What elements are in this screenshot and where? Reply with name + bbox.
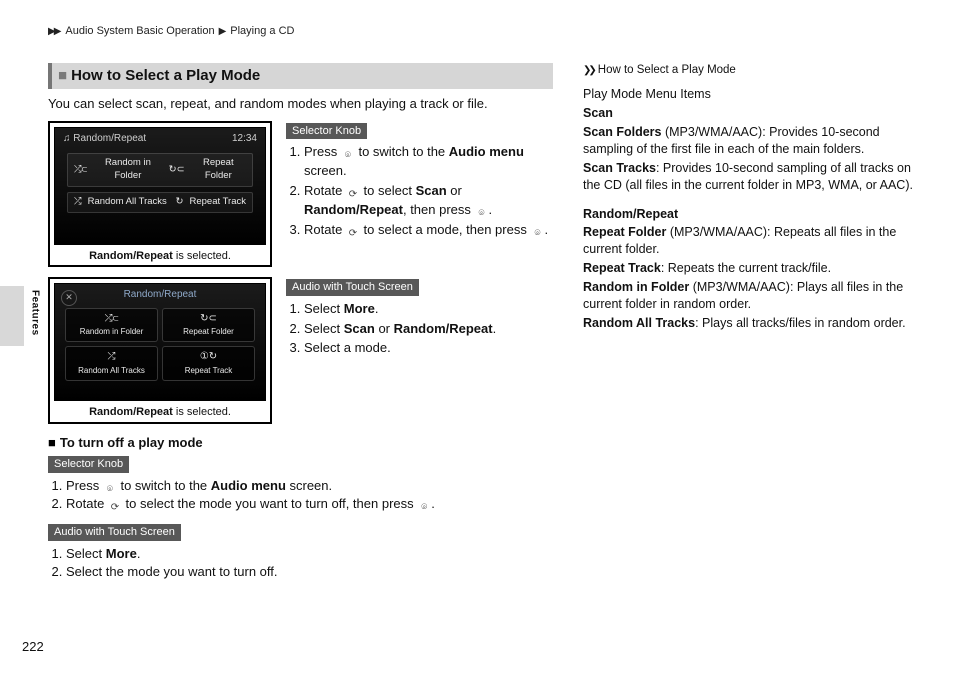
- grid-button: ↻⊂Repeat Folder: [162, 308, 255, 342]
- repeat-track-icon: ↻: [176, 196, 184, 209]
- sub-heading: ■To turn off a play mode: [48, 434, 553, 452]
- square-bullet-icon: ■: [48, 435, 56, 450]
- scan-label: Scan: [583, 106, 613, 120]
- side-tab-label: Features: [28, 290, 42, 336]
- square-bullet-icon: ■: [58, 67, 67, 84]
- row-selector-knob: ♫ Random/Repeat 12:34 ⤮⊂ Random in Folde…: [48, 121, 553, 268]
- screen-image-1: ♫ Random/Repeat 12:34 ⤮⊂ Random in Folde…: [54, 127, 266, 245]
- screenshot-caption: Random/Repeat is selected.: [54, 405, 266, 420]
- breadcrumb-page: Playing a CD: [230, 24, 294, 39]
- shuffle-icon: ⤮: [108, 350, 116, 364]
- repeat-folder-line: Repeat Folder (MP3/WMA/AAC): Repeats all…: [583, 224, 924, 258]
- selector-knob-steps: Selector Knob Press ⌾ to switch to the A…: [286, 121, 553, 268]
- side-heading: ❯❯ How to Select a Play Mode: [583, 63, 924, 79]
- rotate-knob-icon: ⟳: [346, 189, 360, 201]
- ordered-steps: Press ⌾ to switch to the Audio menu scre…: [286, 143, 553, 240]
- step-item: Press ⌾ to switch to the Audio menu scre…: [304, 143, 553, 179]
- shot-music-icon: ♫ Random/Repeat: [63, 132, 146, 146]
- ordered-steps: Select More. Select the mode you want to…: [48, 545, 553, 580]
- row-touch-screen: ✕ Random/Repeat ⤮⊂Random in Folder ↻⊂Rep…: [48, 277, 553, 424]
- intro-text: You can select scan, repeat, and random …: [48, 95, 553, 113]
- step-item: Select More.: [66, 545, 553, 563]
- turn-off-section: ■To turn off a play mode Selector Knob P…: [48, 434, 553, 580]
- section-heading: ■How to Select a Play Mode: [48, 63, 553, 89]
- shot2-title: Random/Repeat: [55, 284, 265, 302]
- step-item: Select a mode.: [304, 339, 553, 357]
- manual-page: Features ▶▶ Audio System Basic Operation…: [0, 0, 954, 674]
- grid-button: ①↻Repeat Track: [162, 346, 255, 380]
- chevron-right-icon: ▶▶: [48, 25, 59, 39]
- page-number: 222: [22, 638, 44, 656]
- press-knob-icon: ⌾: [530, 228, 544, 240]
- press-knob-icon: ⌾: [103, 483, 117, 495]
- screenshot-random-repeat-grid: ✕ Random/Repeat ⤮⊂Random in Folder ↻⊂Rep…: [48, 277, 272, 424]
- screenshot-caption: Random/Repeat is selected.: [54, 249, 266, 264]
- touch-screen-steps: Audio with Touch Screen Select More. Sel…: [286, 277, 553, 424]
- content-columns: ■How to Select a Play Mode You can selec…: [48, 63, 924, 588]
- chevron-right-icon: ▶: [219, 25, 225, 39]
- shuffle-icon: ⤮: [74, 196, 82, 209]
- rotate-knob-icon: ⟳: [346, 228, 360, 240]
- repeat-one-icon: ①↻: [200, 350, 217, 364]
- rotate-knob-icon: ⟳: [108, 502, 122, 514]
- double-chevron-icon: ❯❯: [583, 64, 594, 78]
- shuffle-folder-icon: ⤮⊂: [74, 164, 87, 177]
- step-item: Rotate ⟳ to select a mode, then press ⌾.: [304, 221, 553, 240]
- shot-clock: 12:34: [232, 132, 257, 146]
- step-item: Select More.: [304, 300, 553, 318]
- step-item: Rotate ⟳ to select Scan or Random/Repeat…: [304, 182, 553, 220]
- scan-folders-line: Scan Folders (MP3/WMA/AAC): Provides 10-…: [583, 124, 924, 158]
- ordered-steps: Press ⌾ to switch to the Audio menu scre…: [48, 477, 553, 515]
- repeat-folder-icon: ↻⊂: [169, 164, 185, 177]
- scan-tracks-line: Scan Tracks: Provides 10-second sampling…: [583, 160, 924, 194]
- side-body: Play Mode Menu Items Scan Scan Folders (…: [583, 86, 924, 331]
- step-item: Press ⌾ to switch to the Audio menu scre…: [66, 477, 553, 496]
- side-tab: [0, 286, 24, 346]
- repeat-track-line: Repeat Track: Repeats the current track/…: [583, 260, 924, 277]
- step-item: Select Scan or Random/Repeat.: [304, 320, 553, 338]
- ordered-steps: Select More. Select Scan or Random/Repea…: [286, 300, 553, 357]
- grid-button: ⤮Random All Tracks: [65, 346, 158, 380]
- random-folder-line: Random in Folder (MP3/WMA/AAC): Plays al…: [583, 279, 924, 313]
- step-item: Rotate ⟳ to select the mode you want to …: [66, 495, 553, 514]
- screenshot-random-repeat-list: ♫ Random/Repeat 12:34 ⤮⊂ Random in Folde…: [48, 121, 272, 268]
- repeat-folder-icon: ↻⊂: [200, 312, 217, 326]
- shuffle-folder-icon: ⤮⊂: [105, 312, 119, 326]
- tag-selector-knob: Selector Knob: [48, 456, 129, 473]
- section-heading-text: How to Select a Play Mode: [71, 67, 260, 84]
- random-all-line: Random All Tracks: Plays all tracks/file…: [583, 315, 924, 332]
- tag-selector-knob: Selector Knob: [286, 123, 367, 140]
- menu-items-title: Play Mode Menu Items: [583, 86, 924, 103]
- main-column: ■How to Select a Play Mode You can selec…: [48, 63, 553, 588]
- press-knob-icon: ⌾: [341, 150, 355, 162]
- press-knob-icon: ⌾: [475, 207, 489, 219]
- screen-image-2: ✕ Random/Repeat ⤮⊂Random in Folder ↻⊂Rep…: [54, 283, 266, 401]
- step-item: Select the mode you want to turn off.: [66, 563, 553, 581]
- breadcrumb: ▶▶ Audio System Basic Operation ▶ Playin…: [48, 24, 924, 39]
- breadcrumb-section: Audio System Basic Operation: [65, 24, 214, 39]
- random-repeat-label: Random/Repeat: [583, 207, 678, 221]
- tag-touch-screen: Audio with Touch Screen: [286, 279, 419, 296]
- tag-touch-screen: Audio with Touch Screen: [48, 524, 181, 541]
- press-knob-icon: ⌾: [417, 502, 431, 514]
- grid-button: ⤮⊂Random in Folder: [65, 308, 158, 342]
- list-item: ⤮⊂ Random in Folder ↻⊂ Repeat Folder: [67, 153, 253, 187]
- list-item: ⤮ Random All Tracks ↻ Repeat Track: [67, 192, 253, 213]
- side-column: ❯❯ How to Select a Play Mode Play Mode M…: [583, 63, 924, 588]
